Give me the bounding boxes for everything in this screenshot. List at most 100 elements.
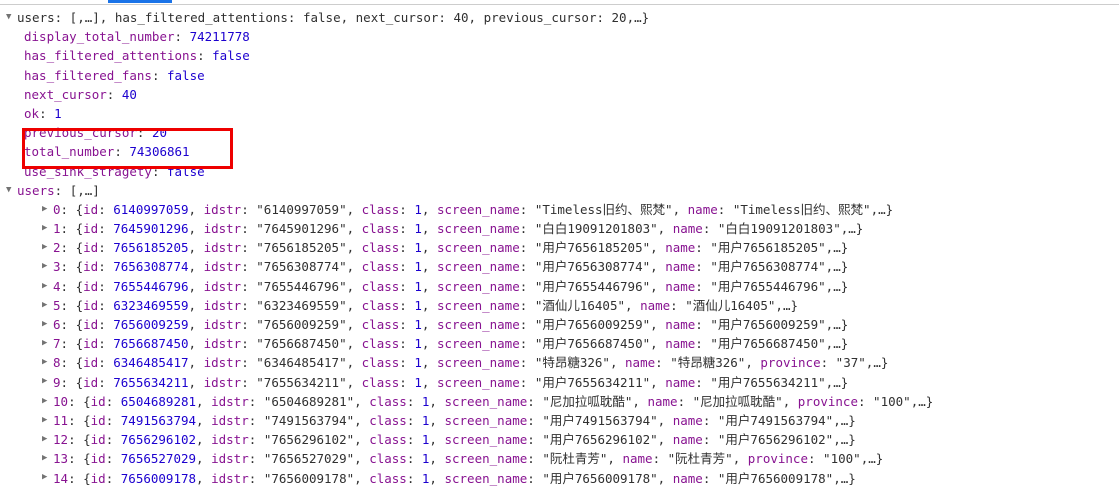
user-open-brace: { [75,278,84,294]
sep: : [399,240,415,256]
user-row[interactable]: 9: {id: 7655634211, idstr: "7655634211",… [0,373,1119,392]
user-idstr-key: idstr [211,432,249,448]
user-class-key: class [361,259,400,275]
json-property-row[interactable]: has_filtered_attentions: false [0,46,1119,65]
user-close-brace: } [855,221,864,237]
expand-triangle-user-14[interactable] [42,468,53,487]
sep: , [650,317,666,332]
user-row[interactable]: 14: {id: 7656009178, idstr: "7656009178"… [0,469,1119,488]
json-property-row[interactable]: total_number: 74306861 [0,142,1119,161]
json-preview-tree[interactable]: users: [,…], has_filtered_attentions: fa… [0,5,1119,500]
json-property-row[interactable]: previous_cursor: 20 [0,123,1119,142]
expand-triangle-user-4[interactable] [42,277,53,296]
sep: , [346,317,362,332]
expand-triangle-user-10[interactable] [42,392,53,411]
active-tab-underline[interactable] [108,0,172,3]
user-index-colon: : [60,278,76,294]
sep: , [657,412,673,428]
user-close-brace: } [840,374,849,390]
user-id-value: 7656527029 [120,451,197,467]
user-row[interactable]: 11: {id: 7491563794, idstr: "7491563794"… [0,411,1119,430]
user-row[interactable]: 4: {id: 7655446796, idstr: "7655446796",… [0,277,1119,296]
user-index: 2 [53,240,61,256]
users-array-row[interactable]: users: [,…] [0,181,1119,200]
user-row[interactable]: 6: {id: 7656009259, idstr: "7656009259",… [0,315,1119,334]
expand-triangle-user-2[interactable] [42,238,53,257]
user-id-value: 6504689281 [120,393,197,409]
expand-triangle-user-7[interactable] [42,334,53,353]
user-idstr-value: "7655634211" [256,374,347,390]
sep: : [820,355,836,371]
user-row[interactable]: 1: {id: 7645901296, idstr: "7645901296",… [0,219,1119,238]
property-key-total_number: total_number [24,144,115,160]
json-property-row[interactable]: use_sink_stragety: false [0,162,1119,181]
expand-triangle-user-8[interactable] [42,353,53,372]
sep: , [188,297,204,313]
user-class-key: class [361,317,400,332]
user-row[interactable]: 13: {id: 7656527029, idstr: "7656527029"… [0,449,1119,468]
sep: : [519,297,535,313]
user-id-key: id [83,317,99,332]
sep: : [399,297,415,313]
user-close-brace: } [840,317,849,332]
user-row[interactable]: 2: {id: 7656185205, idstr: "7656185205",… [0,238,1119,257]
sep: , [196,451,212,467]
sep: , [346,278,362,294]
user-id-key: id [83,355,99,371]
user-open-brace: { [83,412,91,428]
expand-triangle-user-5[interactable] [42,296,53,315]
sep: , [188,355,204,371]
user-close-brace: } [848,470,856,486]
sep: : [241,374,257,390]
user-row[interactable]: 10: {id: 6504689281, idstr: "6504689281"… [0,392,1119,411]
user-name-value: "用户7656687450" [710,336,826,352]
sep: , [421,240,437,256]
user-name-value: "用户7656296102" [717,432,834,448]
expand-triangle-user-13[interactable] [42,449,53,468]
json-property-row[interactable]: next_cursor: 40 [0,85,1119,104]
user-name-key: name [665,259,696,275]
user-row[interactable]: 3: {id: 7656308774, idstr: "7656308774",… [0,257,1119,276]
sep: , [188,259,204,275]
user-class-key: class [361,297,400,313]
expand-triangle-user-12[interactable] [42,430,53,449]
sep: : [241,201,257,217]
user-open-brace: { [75,317,84,332]
expand-triangle-user-0[interactable] [42,200,53,219]
json-property-row[interactable]: ok: 1 [0,104,1119,123]
sep: : [248,412,264,428]
sep: : [399,259,415,275]
user-screen-name-key: screen_name [436,221,520,237]
user-row[interactable]: 12: {id: 7656296102, idstr: "7656296102"… [0,430,1119,449]
expand-triangle-user-6[interactable] [42,315,53,334]
sep: : [98,336,114,352]
expand-triangle-root[interactable] [6,8,17,27]
user-screen-name-value: "酒仙儿16405" [534,297,625,313]
json-root-row[interactable]: users: [,…], has_filtered_attentions: fa… [0,8,1119,27]
user-row[interactable]: 5: {id: 6323469559, idstr: "6323469559",… [0,296,1119,315]
user-province-value: "100" [873,393,911,409]
json-property-row[interactable]: display_total_number: 74211778 [0,27,1119,46]
user-truncation-ellipsis: … [848,221,856,237]
expand-triangle-user-3[interactable] [42,257,53,276]
user-row[interactable]: 0: {id: 6140997059, idstr: "6140997059",… [0,200,1119,219]
user-open-brace: { [75,355,84,371]
sep: , [421,221,437,237]
expand-triangle-users[interactable] [6,181,17,200]
user-row[interactable]: 8: {id: 6346485417, idstr: "6346485417",… [0,353,1119,372]
sep: , [346,374,362,390]
json-property-row[interactable]: has_filtered_fans: false [0,66,1119,85]
expand-triangle-user-11[interactable] [42,411,53,430]
property-key-use_sink_stragety: use_sink_stragety [24,163,152,179]
user-row[interactable]: 7: {id: 7656687450, idstr: "7656687450",… [0,334,1119,353]
sep: : [406,451,422,467]
sep: : [105,432,121,448]
expand-triangle-user-1[interactable] [42,219,53,238]
user-name-value: "用户7655446796" [710,278,826,294]
sep: , [870,201,879,217]
expand-triangle-user-9[interactable] [42,372,53,391]
user-index-colon: : [60,201,76,217]
sep: : [241,259,257,275]
user-idstr-value: "6323469559" [256,297,347,313]
sep: : [399,201,415,217]
